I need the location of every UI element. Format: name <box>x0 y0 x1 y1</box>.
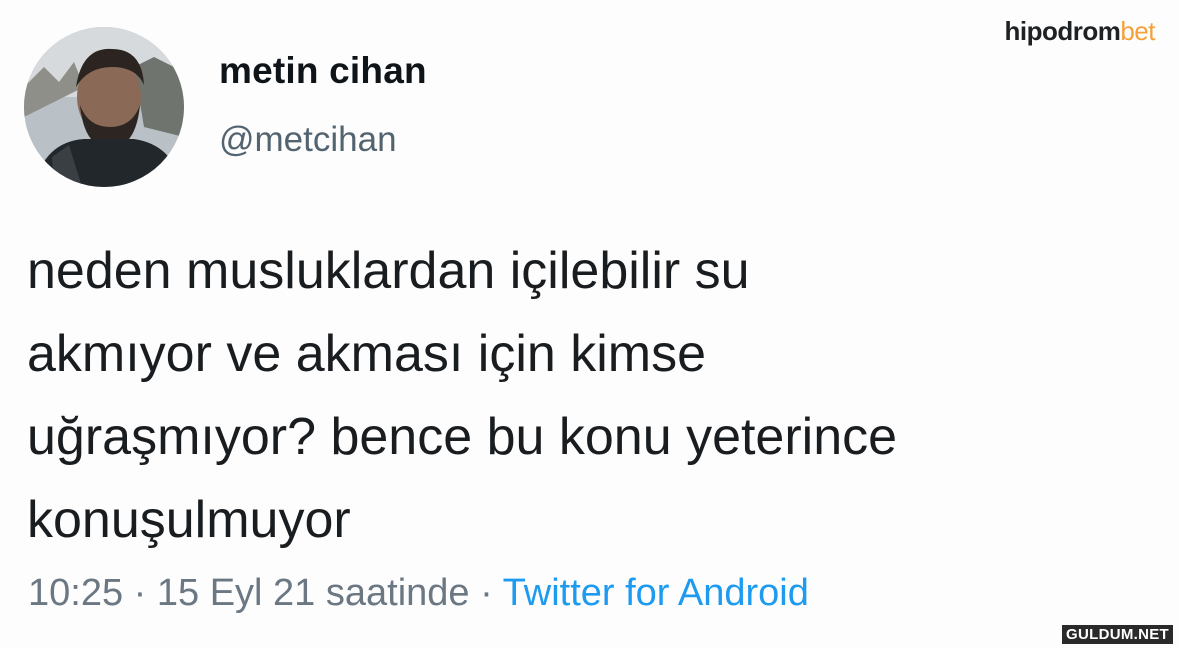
tweet-text-line: neden musluklardan içilebilir su <box>27 242 750 300</box>
user-handle[interactable]: @metcihan <box>219 120 397 160</box>
profile-photo-icon <box>24 27 184 187</box>
tweet-text-line: uğraşmıyor? bence bu konu yeterince <box>27 408 898 466</box>
tweet-text-line: konuşulmuyor <box>27 491 351 549</box>
watermark: GULDUM.NET <box>1062 625 1173 644</box>
brand-logo-part1: hipodrom <box>1004 16 1121 46</box>
tweet-card: metin cihan @metcihan hipodrombet neden … <box>0 0 1179 648</box>
display-name[interactable]: metin cihan <box>219 50 427 92</box>
tweet-source-link[interactable]: Twitter for Android <box>503 572 809 614</box>
brand-logo: hipodrombet <box>1004 16 1155 47</box>
tweet-text: neden musluklardan içilebilir su akmıyor… <box>27 230 1147 562</box>
tweet-text-line: akmıyor ve akması için kimse <box>27 325 707 383</box>
tweet-date[interactable]: 15 Eyl 21 saatinde <box>157 572 470 614</box>
tweet-time[interactable]: 10:25 <box>28 572 123 614</box>
tweet-meta: 10:25 · 15 Eyl 21 saatinde · Twitter for… <box>28 572 809 615</box>
brand-logo-part2: bet <box>1120 16 1155 46</box>
meta-separator: · <box>133 572 147 614</box>
meta-separator: · <box>480 572 493 614</box>
avatar[interactable] <box>24 27 184 187</box>
